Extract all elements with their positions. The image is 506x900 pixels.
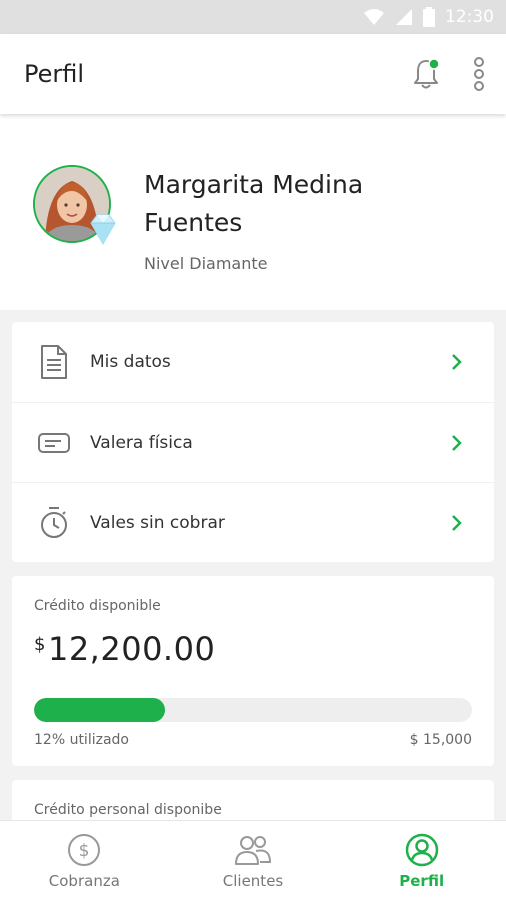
- chevron-right-icon: [452, 354, 462, 370]
- credit-amount: $12,200.00: [34, 630, 215, 668]
- app-bar: Perfil: [0, 34, 506, 114]
- signal-icon: [396, 9, 412, 25]
- diamond-icon: [90, 214, 116, 246]
- users-icon: [235, 836, 272, 865]
- credit-used-label: 12% utilizado: [34, 732, 129, 748]
- svg-text:$: $: [79, 841, 90, 861]
- chevron-right-icon: [452, 434, 462, 451]
- dollar-coin-icon: $: [68, 834, 101, 866]
- timer-icon: [41, 506, 67, 538]
- credit-progress-fill: [34, 698, 166, 722]
- profile-header: Margarita Medina Fuentes Nivel Diamante: [0, 114, 506, 310]
- chevron-right-icon: [452, 514, 462, 531]
- currency-symbol: $: [34, 634, 46, 655]
- menu-item-vales-sin-cobrar[interactable]: Vales sin cobrar: [12, 482, 494, 562]
- bell-icon: [414, 58, 440, 89]
- menu-item-label: Valera física: [90, 432, 193, 453]
- status-time: 12:30: [445, 7, 494, 27]
- menu-item-mis-datos[interactable]: Mis datos: [12, 322, 494, 402]
- wifi-icon: [364, 9, 384, 25]
- credit-limit: $ 15,000: [409, 732, 472, 748]
- more-options-button[interactable]: [464, 54, 494, 94]
- credit-amount-value: 12,200.00: [47, 630, 216, 668]
- menu-item-label: Vales sin cobrar: [90, 512, 225, 533]
- more-vert-icon: [474, 57, 484, 91]
- nav-item-cobranza[interactable]: $ Cobranza: [0, 821, 169, 900]
- battery-icon: [423, 7, 435, 27]
- profile-name: Margarita Medina Fuentes: [144, 170, 364, 237]
- notification-dot: [428, 58, 440, 70]
- status-bar: 12:30: [0, 0, 506, 34]
- menu-item-valera-fisica[interactable]: Valera física: [12, 402, 494, 482]
- notifications-button[interactable]: [406, 54, 446, 94]
- bottom-navigation: $ Cobranza Clientes Perfil: [0, 820, 506, 900]
- profile-level: Nivel Diamante: [144, 254, 268, 273]
- nav-item-perfil[interactable]: Perfil: [337, 821, 506, 900]
- credit-progress-bar: [34, 698, 472, 722]
- nav-label: Clientes: [222, 872, 284, 890]
- credit-caption: Crédito disponible: [34, 598, 161, 614]
- profile-icon: [405, 833, 438, 867]
- personal-credit-caption: Crédito personal disponibe: [34, 802, 222, 818]
- menu-item-label: Mis datos: [90, 352, 171, 372]
- nav-label: Perfil: [399, 872, 445, 890]
- nav-label: Cobranza: [48, 872, 120, 890]
- nav-item-clientes[interactable]: Clientes: [169, 821, 338, 900]
- document-icon: [41, 345, 67, 379]
- page-title: Perfil: [24, 60, 85, 88]
- profile-menu: Mis datos Valera física Vales sin cobrar: [12, 322, 494, 562]
- available-credit-card: Crédito disponible $12,200.00 12% utiliz…: [12, 576, 494, 766]
- ticket-icon: [38, 432, 70, 453]
